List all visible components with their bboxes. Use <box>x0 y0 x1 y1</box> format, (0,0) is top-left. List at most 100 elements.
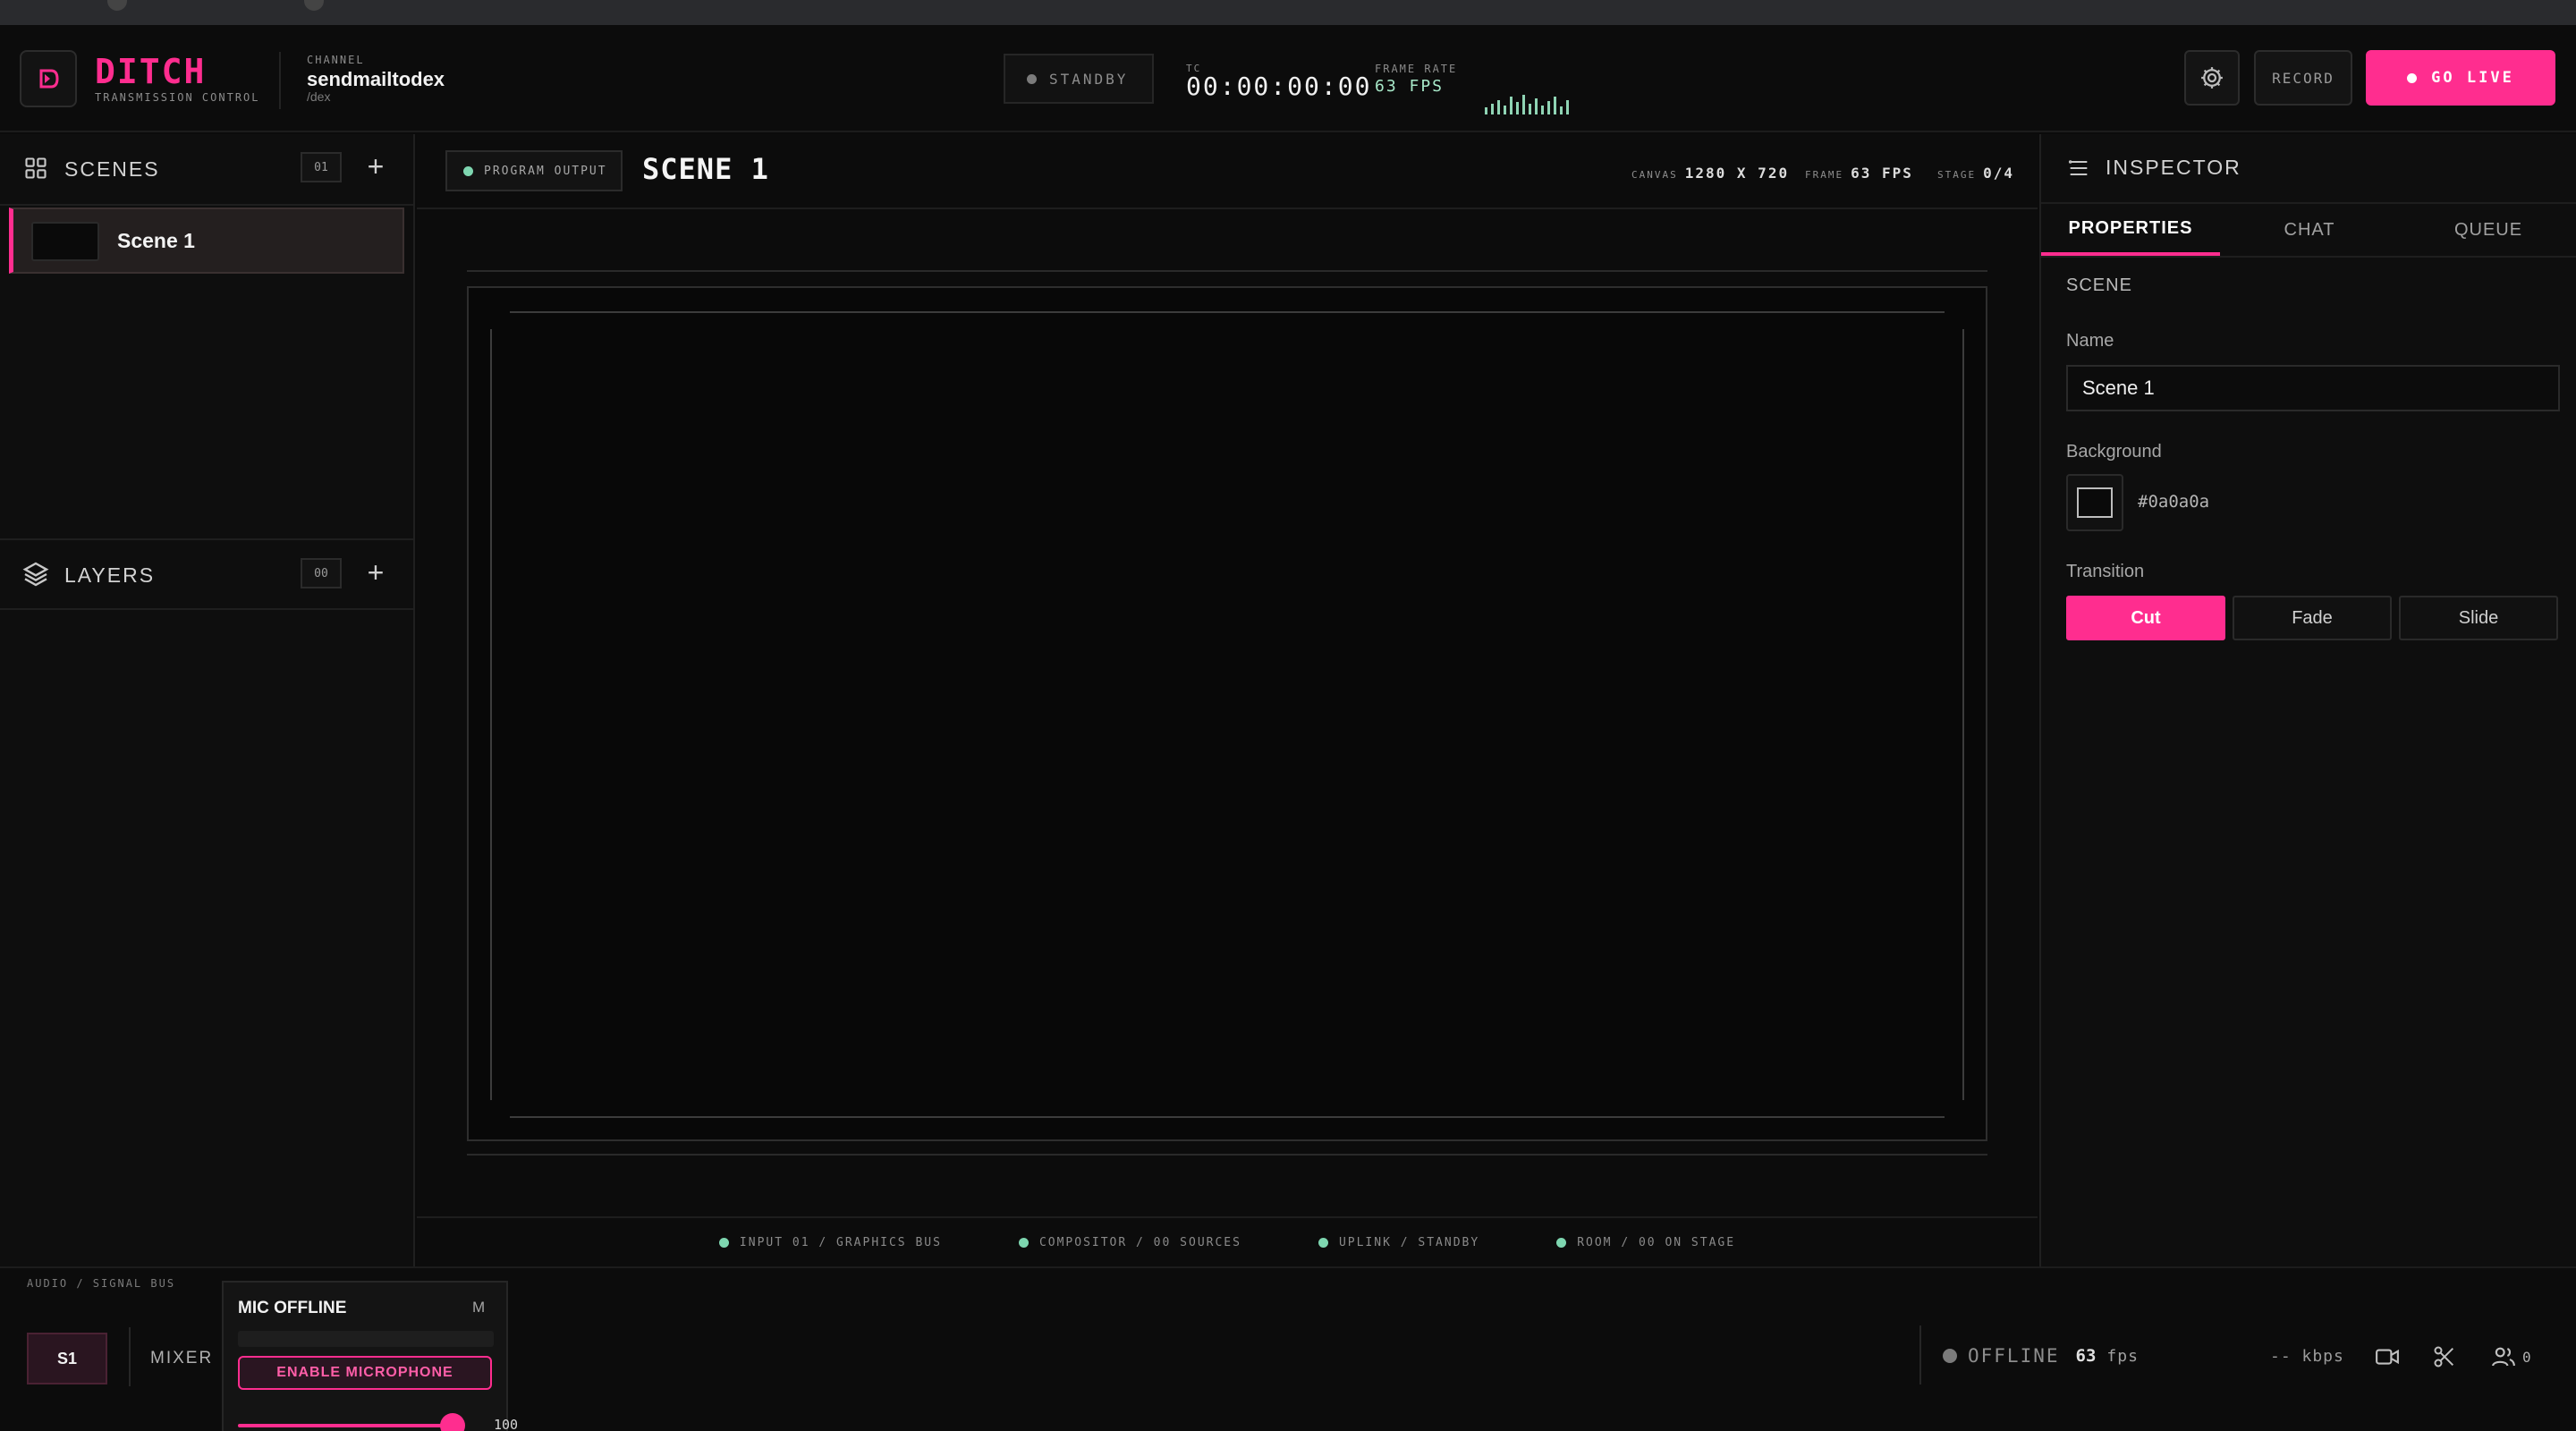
go-live-label: GO LIVE <box>2431 69 2514 87</box>
live-dot <box>2407 72 2418 83</box>
channel-label: CHANNEL <box>307 54 365 66</box>
volume-slider-handle[interactable] <box>440 1413 465 1431</box>
go-live-button[interactable]: GO LIVE <box>2366 50 2555 106</box>
fps-value: 63 <box>2075 1346 2097 1366</box>
strip-dot <box>304 0 324 11</box>
canvas-value: 1280 X 720 <box>1684 165 1790 182</box>
bitrate: -- kbps <box>2270 1347 2344 1366</box>
viewers-button[interactable] <box>2488 1342 2519 1372</box>
grid-icon <box>25 157 47 179</box>
volume-value: 100 <box>494 1417 519 1431</box>
status-dot <box>1018 1237 1029 1248</box>
layers-header: LAYERS 00 + <box>0 538 413 610</box>
stage-stat: STAGE 0/4 <box>1937 165 2014 182</box>
meter-bar <box>1516 102 1519 114</box>
plus-icon: + <box>367 555 385 588</box>
status-dot <box>718 1237 729 1248</box>
status-compositor-text: COMPOSITOR / 00 SOURCES <box>1038 1235 1241 1249</box>
status-uplink: UPLINK / STANDBY <box>1318 1236 1479 1249</box>
frame-stat: FRAME 63 FPS <box>1805 165 1913 182</box>
clip-button[interactable] <box>2429 1342 2460 1372</box>
offline-dot <box>1943 1349 1957 1363</box>
camera-icon <box>2376 1349 2399 1365</box>
scene-label: Scene 1 <box>117 229 195 252</box>
layers-count: 00 <box>301 558 342 588</box>
meter-bar <box>1554 97 1556 114</box>
meter-bar <box>1522 95 1525 114</box>
color-preview <box>2077 487 2113 518</box>
status-uplink-text: UPLINK / STANDBY <box>1338 1235 1480 1249</box>
frame-value: 63 FPS <box>1851 165 1913 182</box>
safe-area-line <box>510 311 1945 313</box>
left-sidebar: SCENES 01 + Scene 1 LAYERS 00 + <box>0 134 415 1266</box>
signal-bus-label: AUDIO / SIGNAL BUS <box>27 1277 176 1290</box>
inspector-tabs: PROPERTIES CHAT QUEUE <box>2041 204 2576 258</box>
tab-properties[interactable]: PROPERTIES <box>2041 204 2220 256</box>
name-label: Name <box>2066 331 2114 351</box>
add-scene-button[interactable]: + <box>360 150 392 182</box>
divider <box>1919 1325 1921 1384</box>
mixer-label[interactable]: MIXER <box>150 1349 213 1368</box>
mic-panel: MIC OFFLINE M ENABLE MICROPHONE 100 <box>222 1281 518 1431</box>
meter-bar <box>1560 106 1563 114</box>
scene-name-input[interactable] <box>2066 365 2560 411</box>
canvas-preview[interactable] <box>467 286 1987 1141</box>
status-text: STANDBY <box>1049 70 1129 88</box>
safe-area-line <box>510 1116 1945 1118</box>
brand-subtitle: TRANSMISSION CONTROL <box>95 91 260 104</box>
transition-fade-button[interactable]: Fade <box>2233 596 2392 640</box>
audio-meter <box>1485 93 1569 114</box>
layers-title: LAYERS <box>64 563 156 587</box>
canvas-stat: CANVAS 1280 X 720 <box>1631 165 1789 182</box>
inspector-header: INSPECTOR <box>2041 134 2576 204</box>
meter-bar <box>1529 104 1531 114</box>
mic-level-meter <box>238 1331 494 1347</box>
divider <box>129 1327 131 1386</box>
canvas-label: CANVAS <box>1631 169 1678 181</box>
frame-rate-value: 63 FPS <box>1375 77 1445 96</box>
gear-icon <box>2201 67 2223 89</box>
transition-cut-button[interactable]: Cut <box>2066 596 2225 640</box>
record-button[interactable]: RECORD <box>2254 50 2352 106</box>
add-layer-button[interactable]: + <box>360 556 392 588</box>
top-header: DITCH TRANSMISSION CONTROL CHANNEL sendm… <box>0 25 2576 132</box>
plus-icon: + <box>367 149 385 182</box>
enable-microphone-button[interactable]: ENABLE MICROPHONE <box>238 1356 492 1390</box>
status-room: ROOM / 00 ON STAGE <box>1556 1236 1735 1249</box>
camera-button[interactable] <box>2372 1342 2402 1372</box>
meter-bar <box>1510 97 1513 114</box>
meter-bar <box>1497 100 1500 114</box>
viewer-count: 0 <box>2522 1349 2531 1366</box>
status-dot <box>1027 73 1037 84</box>
menu-icon <box>2068 160 2088 176</box>
mic-status-title: MIC OFFLINE <box>238 1299 347 1317</box>
channel-name: sendmailtodex <box>307 68 445 90</box>
safe-area-line <box>490 329 492 1100</box>
section-label: SCENE <box>2066 275 2132 295</box>
volume-slider-track[interactable] <box>238 1424 451 1427</box>
safe-area-line <box>1962 329 1964 1100</box>
settings-button[interactable] <box>2184 50 2240 106</box>
status-dot <box>1318 1237 1328 1248</box>
layers-icon <box>22 562 49 587</box>
source-s1-button[interactable]: S1 <box>27 1333 107 1384</box>
program-header: PROGRAM OUTPUT SCENE 1 CANVAS 1280 X 720 … <box>417 134 2038 209</box>
tab-chat[interactable]: CHAT <box>2220 204 2399 256</box>
mute-button[interactable]: M <box>472 1299 485 1317</box>
frame-rate-label: FRAME RATE <box>1375 63 1458 75</box>
program-output-badge: PROGRAM OUTPUT <box>445 150 623 191</box>
scene-title: SCENE 1 <box>642 152 769 186</box>
brand-name: DITCH <box>95 52 207 91</box>
meter-bar <box>1547 101 1550 114</box>
fps-unit: fps <box>2106 1346 2139 1366</box>
scene-item[interactable]: Scene 1 <box>9 207 404 274</box>
tab-queue[interactable]: QUEUE <box>2399 204 2576 256</box>
frame-label: FRAME <box>1805 169 1844 181</box>
scene-thumbnail <box>31 222 99 261</box>
bottom-bar: AUDIO / SIGNAL BUS S1 MIXER MIC OFFLINE … <box>0 1266 2576 1431</box>
program-dot <box>463 165 473 176</box>
background-color-swatch[interactable] <box>2066 474 2123 531</box>
scenes-title: SCENES <box>64 157 160 181</box>
scenes-header: SCENES 01 + <box>0 134 413 206</box>
transition-slide-button[interactable]: Slide <box>2399 596 2558 640</box>
